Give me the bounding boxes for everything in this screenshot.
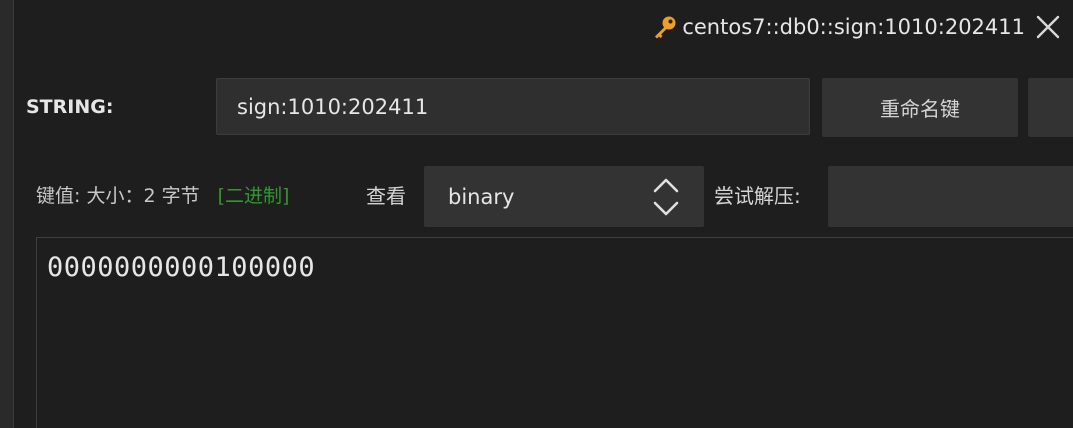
key-detail-panel: centos7::db0::sign:1010:202411 STRING: 重…	[0, 0, 1073, 428]
decompress-select[interactable]	[828, 166, 1073, 227]
left-resize-border[interactable]	[0, 0, 14, 428]
tab-title: centos7::db0::sign:1010:202411	[682, 15, 1025, 39]
secondary-action-button[interactable]	[1028, 78, 1073, 137]
value-size: 大小：2 字节	[86, 185, 200, 207]
rename-key-button[interactable]: 重命名键	[822, 78, 1018, 137]
key-name-input[interactable]	[216, 78, 810, 135]
decompress-label: 尝试解压:	[714, 184, 801, 208]
key-icon	[652, 14, 678, 40]
view-format-value: binary	[448, 184, 515, 209]
view-label: 查看	[366, 184, 406, 208]
view-format-select[interactable]: binary	[424, 166, 704, 227]
close-icon[interactable]	[1033, 12, 1063, 42]
key-type-label: STRING:	[26, 96, 114, 118]
value-meta: 键值: 大小：2 字节 [二进制]	[36, 166, 289, 227]
binary-badge: [二进制]	[217, 185, 290, 207]
value-row: 键值: 大小：2 字节 [二进制] 查看 binary 尝试解压:	[14, 166, 1073, 227]
value-label: 键值:	[36, 185, 81, 207]
chevron-up-down-icon	[652, 176, 680, 218]
key-row: STRING: 重命名键	[14, 78, 1073, 137]
key-tab[interactable]: centos7::db0::sign:1010:202411	[652, 0, 1073, 54]
value-editor[interactable]: 0000000000100000	[36, 237, 1073, 428]
